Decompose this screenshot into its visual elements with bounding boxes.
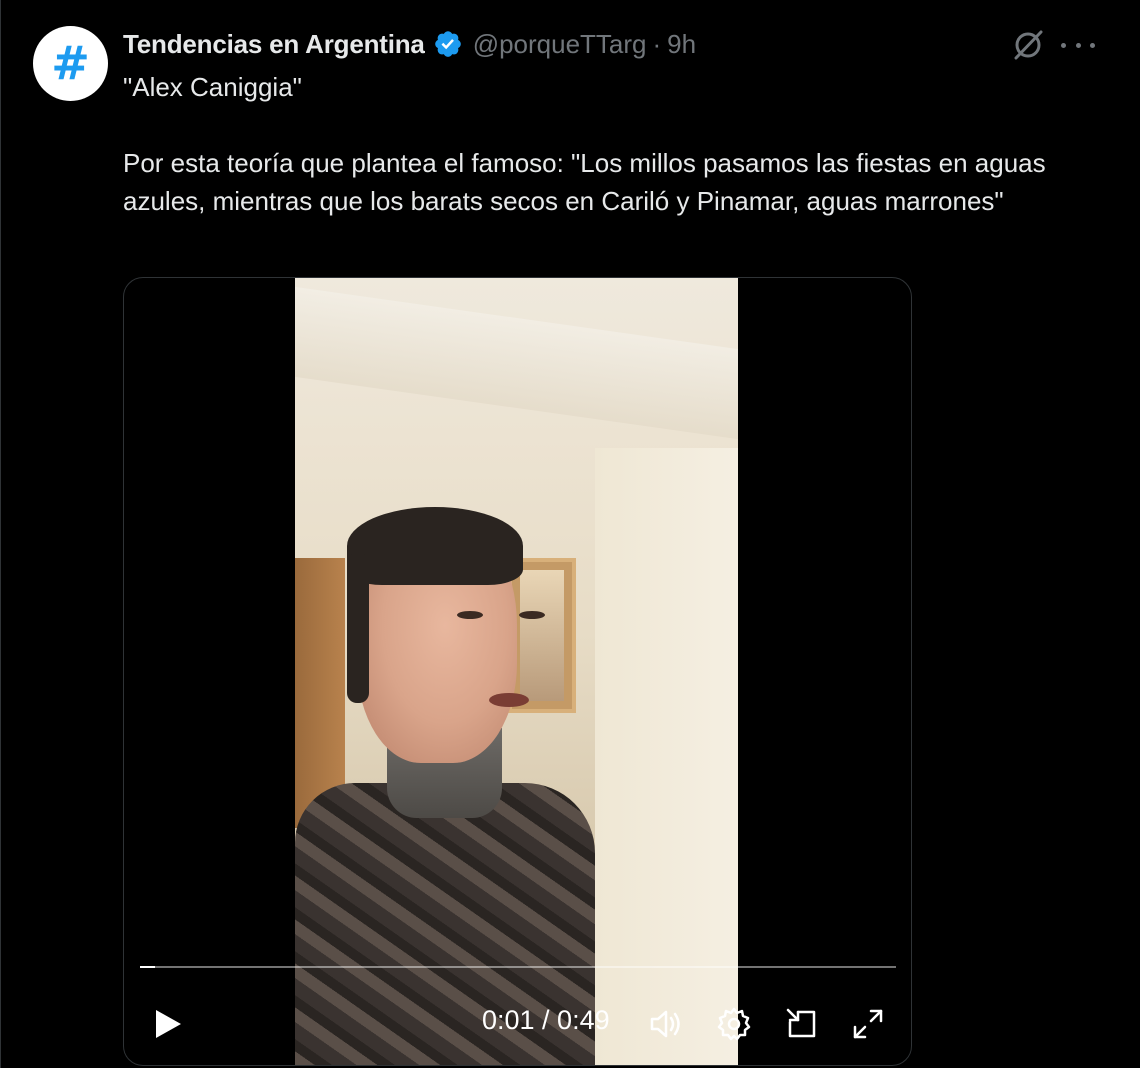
timestamp[interactable]: 9h xyxy=(667,29,696,60)
volume-icon[interactable] xyxy=(648,1006,684,1042)
gear-icon[interactable] xyxy=(716,1006,752,1042)
person-hair xyxy=(347,507,523,585)
tweet-text-line: "Alex Caniggia" xyxy=(123,72,302,102)
picture-in-picture-icon[interactable] xyxy=(784,1006,820,1042)
avatar-hashtag-glyph: # xyxy=(51,35,90,90)
avatar[interactable]: # xyxy=(33,26,108,101)
play-icon[interactable] xyxy=(150,1007,184,1041)
more-icon[interactable] xyxy=(1061,30,1095,60)
author-handle[interactable]: @porqueTTarg xyxy=(473,29,647,60)
verified-badge-icon xyxy=(434,31,461,57)
tweet-card[interactable]: # Tendencias en Argentina @porqueTTarg ·… xyxy=(0,0,1140,1068)
tweet-header: Tendencias en Argentina @porqueTTarg · 9… xyxy=(123,26,696,62)
video-time: 0:01 / 0:49 xyxy=(482,1005,610,1035)
video-player[interactable]: 0:01 / 0:49 xyxy=(123,277,912,1066)
fullscreen-icon[interactable] xyxy=(850,1006,886,1042)
more-dot xyxy=(1090,42,1095,48)
video-progress-fill xyxy=(140,966,156,968)
grok-icon[interactable] xyxy=(1011,28,1045,62)
separator-dot: · xyxy=(652,28,662,59)
scene-ceiling xyxy=(295,286,738,440)
video-frame[interactable] xyxy=(295,278,738,1065)
scene-wall xyxy=(595,448,738,1065)
more-dot xyxy=(1075,42,1081,48)
tweet-text: "Alex Caniggia" Por esta teoría que plan… xyxy=(123,68,1083,220)
video-controls: 0:01 / 0:49 xyxy=(124,998,911,1048)
display-name[interactable]: Tendencias en Argentina xyxy=(123,29,425,60)
tweet-text-paragraph: Por esta teoría que plantea el famoso: "… xyxy=(123,148,1046,216)
person-hair-side xyxy=(347,553,369,703)
scene-person xyxy=(295,507,595,1065)
video-progress-bar[interactable] xyxy=(140,966,896,968)
more-dot xyxy=(1061,42,1066,48)
